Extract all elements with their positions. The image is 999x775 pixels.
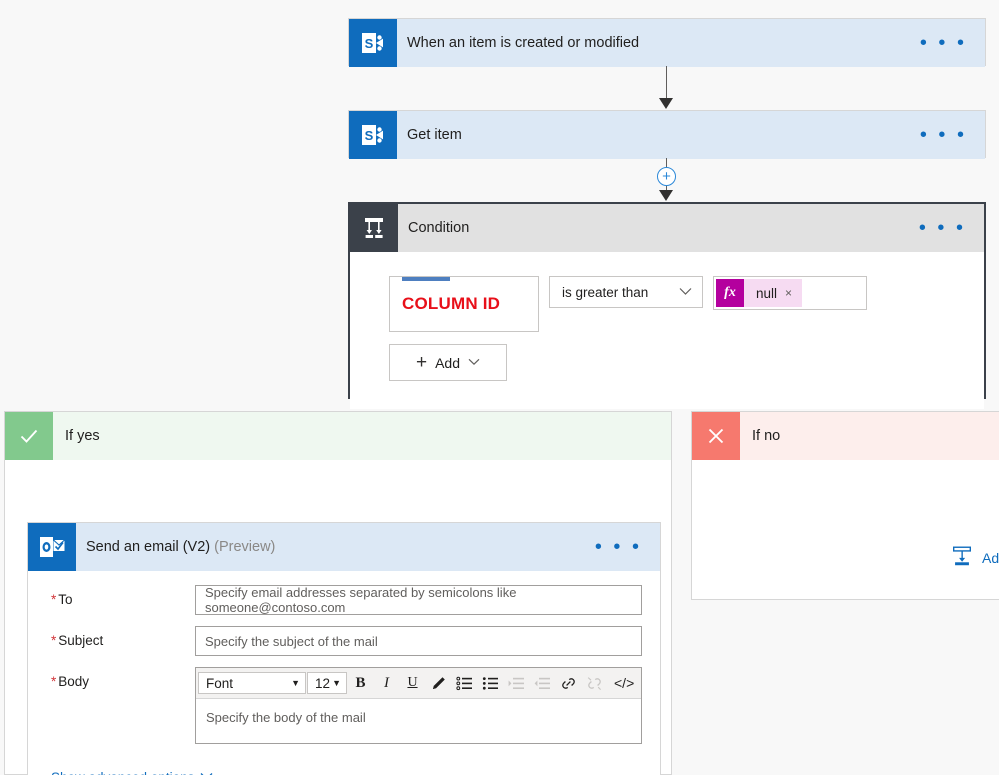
chevron-down-icon <box>679 285 692 299</box>
svg-text:S: S <box>365 36 374 51</box>
plus-icon: + <box>415 351 428 373</box>
sharepoint-icon: S <box>349 19 397 67</box>
expression-fx-icon: fx <box>716 279 744 307</box>
add-an-action-button[interactable]: Add an action <box>950 544 999 571</box>
chevron-down-icon <box>468 357 480 369</box>
condition-left-operand-value: COLUMN ID <box>402 294 501 313</box>
condition-row: COLUMN ID is greater than fx null × <box>389 276 984 332</box>
body-rich-text-editor[interactable]: Font ▼ 12 ▼ B I U </> Specify the body o… <box>195 667 642 744</box>
condition-add-label: Add <box>435 354 461 371</box>
required-marker: * <box>51 633 57 648</box>
card-title-text: Send an email (V2) <box>86 539 211 555</box>
branch-label: If no <box>752 428 781 444</box>
form-row-body: * Body Font ▼ 12 ▼ B I U </> Specify the… <box>40 667 642 744</box>
close-icon[interactable]: × <box>785 286 792 300</box>
underline-icon[interactable]: U <box>400 671 425 695</box>
card-menu-button[interactable]: • • • <box>902 33 985 53</box>
card-menu-button[interactable]: • • • <box>902 125 985 145</box>
bold-icon[interactable]: B <box>348 671 373 695</box>
font-family-select[interactable]: Font ▼ <box>198 672 306 694</box>
font-family-value: Font <box>206 675 234 691</box>
card-header[interactable]: S Get item • • • <box>349 111 985 159</box>
unlink-icon <box>582 671 607 695</box>
field-label-body: * Body <box>40 667 195 689</box>
link-icon[interactable] <box>556 671 581 695</box>
show-advanced-options-label: Show advanced options <box>51 770 194 775</box>
sharepoint-icon: S <box>349 111 397 159</box>
branch-if-yes: If yes Send an email (V2) (Preview) • • … <box>4 411 672 775</box>
chevron-down-icon <box>200 772 213 775</box>
card-title: Send an email (V2) (Preview) <box>76 539 577 555</box>
condition-body: COLUMN ID is greater than fx null × + Ad… <box>350 252 984 409</box>
body-placeholder[interactable]: Specify the body of the mail <box>196 699 641 743</box>
caret-down-icon: ▼ <box>332 678 341 688</box>
email-form: * To Specify email addresses separated by… <box>28 571 660 775</box>
card-menu-button[interactable]: • • • <box>901 218 984 238</box>
condition-operator-value: is greater than <box>562 284 649 300</box>
card-header[interactable]: Send an email (V2) (Preview) • • • <box>28 523 660 571</box>
branch-if-no: If no Add an action <box>691 411 999 600</box>
card-header[interactable]: Condition • • • <box>350 204 984 252</box>
numbered-list-icon[interactable] <box>478 671 503 695</box>
subject-input[interactable]: Specify the subject of the mail <box>195 626 642 656</box>
value-token[interactable]: null × <box>744 279 803 307</box>
required-marker: * <box>51 674 57 689</box>
required-marker: * <box>51 592 57 607</box>
connector-arrow <box>659 190 673 201</box>
field-label-text: Subject <box>58 633 104 648</box>
form-row-to: * To Specify email addresses separated by… <box>40 585 642 615</box>
branch-header: If yes <box>5 412 671 460</box>
field-label-subject: * Subject <box>40 626 195 648</box>
show-advanced-options-link[interactable]: Show advanced options <box>51 770 213 775</box>
code-view-icon[interactable]: </> <box>608 675 634 691</box>
indent-icon <box>504 671 529 695</box>
card-title: Get item <box>407 127 462 143</box>
flow-designer-canvas: S When an item is created or modified • … <box>0 0 999 775</box>
card-title: When an item is created or modified <box>407 35 640 51</box>
card-header[interactable]: S When an item is created or modified • … <box>349 19 985 67</box>
form-row-subject: * Subject Specify the subject of the mail <box>40 626 642 656</box>
caret-down-icon: ▼ <box>291 678 300 688</box>
branch-label: If yes <box>65 428 100 444</box>
action-card-trigger[interactable]: S When an item is created or modified • … <box>348 18 986 67</box>
card-title: Condition <box>408 220 470 236</box>
subject-placeholder: Specify the subject of the mail <box>205 633 378 649</box>
card-menu-button[interactable]: • • • <box>577 537 660 557</box>
insert-step-button[interactable]: + <box>657 167 676 186</box>
font-size-select[interactable]: 12 ▼ <box>307 672 347 694</box>
condition-left-operand-field[interactable]: COLUMN ID <box>389 276 539 332</box>
preview-tag: (Preview) <box>214 539 276 555</box>
value-token-label: null <box>756 285 778 301</box>
outlook-icon <box>28 523 76 571</box>
field-label-text: To <box>58 592 73 607</box>
bulleted-list-icon[interactable] <box>452 671 477 695</box>
check-icon <box>5 412 53 460</box>
rich-text-toolbar: Font ▼ 12 ▼ B I U </> <box>196 668 641 699</box>
to-input[interactable]: Specify email addresses separated by sem… <box>195 585 642 615</box>
branch-header: If no <box>692 412 999 460</box>
svg-text:S: S <box>365 128 374 143</box>
cross-icon <box>692 412 740 460</box>
action-card-send-email[interactable]: Send an email (V2) (Preview) • • • * To S… <box>27 522 661 775</box>
condition-right-operand-field[interactable]: fx null × <box>713 276 867 310</box>
to-placeholder: Specify email addresses separated by sem… <box>205 585 517 615</box>
add-action-label: Add an action <box>982 549 999 566</box>
field-label-text: Body <box>58 674 90 689</box>
field-label-to: * To <box>40 585 195 607</box>
connector-arrow <box>659 98 673 109</box>
italic-icon[interactable]: I <box>374 671 399 695</box>
add-action-icon <box>950 544 974 571</box>
token-stub <box>402 277 450 281</box>
condition-operator-select[interactable]: is greater than <box>549 276 703 308</box>
font-size-value: 12 <box>315 675 331 691</box>
condition-add-button[interactable]: + Add <box>389 344 507 381</box>
action-card-get-item[interactable]: S Get item • • • <box>348 110 986 159</box>
action-card-condition[interactable]: Condition • • • COLUMN ID is greater tha… <box>348 202 986 409</box>
condition-icon <box>350 204 398 252</box>
highlight-pen-icon[interactable] <box>426 671 451 695</box>
outdent-icon <box>530 671 555 695</box>
